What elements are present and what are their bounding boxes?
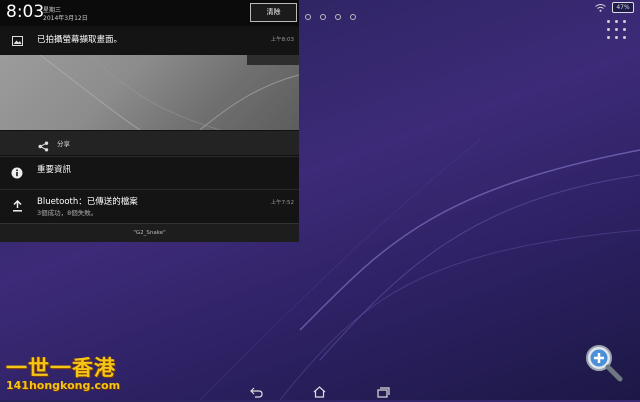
battery-indicator: 47% — [612, 2, 634, 13]
watermark-logo: 一世一香港 141hongkong.com — [0, 350, 130, 400]
date: 2014年3月12日 — [43, 15, 88, 22]
clock: 8:03 — [6, 2, 45, 22]
app-drawer-icon[interactable] — [607, 20, 627, 40]
share-action[interactable]: 分享 — [0, 131, 299, 155]
wifi-icon — [595, 3, 606, 12]
zoom-in-icon[interactable] — [584, 343, 624, 383]
share-label: 分享 — [57, 140, 70, 148]
upload-icon — [8, 197, 26, 215]
page-dot[interactable] — [320, 14, 326, 20]
page-dot[interactable] — [350, 14, 356, 20]
home-page-indicator — [305, 14, 356, 20]
image-icon — [8, 32, 26, 50]
shade-header: 8:03 星期三 2014年3月12日 清除 — [0, 0, 299, 26]
watermark-url: 141hongkong.com — [6, 379, 121, 392]
watermark-title: 一世一香港 — [6, 356, 116, 380]
notification-time: 上午8:03 — [270, 37, 294, 43]
notification-title: Bluetooth：已傳送的檔案 — [37, 197, 138, 207]
share-icon — [38, 137, 49, 156]
page-dot[interactable] — [335, 14, 341, 20]
clear-all-button[interactable]: 清除 — [250, 3, 297, 22]
shade-footer: "G2_Snake" — [0, 223, 299, 242]
notification-important-info[interactable]: 重要資訊 — [0, 157, 299, 189]
page-dot[interactable] — [305, 14, 311, 20]
home-icon[interactable] — [313, 383, 327, 398]
info-icon — [8, 164, 26, 182]
device-name: "G2_Snake" — [133, 230, 166, 236]
notification-subtitle: 3個成功，8個失敗。 — [37, 209, 98, 217]
screenshot-preview[interactable] — [0, 55, 299, 130]
notification-time: 上午7:52 — [270, 200, 294, 206]
recent-apps-icon[interactable] — [377, 383, 391, 398]
notification-bluetooth[interactable]: Bluetooth：已傳送的檔案 3個成功，8個失敗。 上午7:52 — [0, 190, 299, 222]
notification-screenshot[interactable]: 已拍攝螢幕擷取畫面。 上午8:03 — [0, 27, 299, 55]
notification-title: 已拍攝螢幕擷取畫面。 — [37, 35, 123, 45]
notification-title: 重要資訊 — [37, 165, 72, 175]
notification-shade: 8:03 星期三 2014年3月12日 清除 已拍攝螢幕擷取畫面。 上午8:03… — [0, 0, 299, 242]
status-bar: 47% — [595, 2, 634, 13]
back-icon[interactable] — [250, 383, 264, 398]
